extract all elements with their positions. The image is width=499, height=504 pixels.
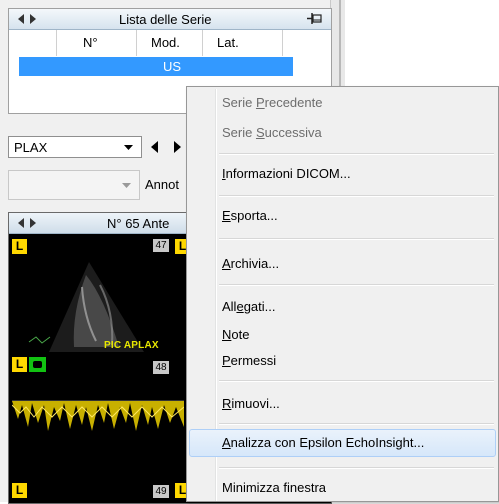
doppler-trace-image[interactable] — [12, 383, 184, 453]
chevron-down-icon — [124, 145, 133, 150]
annotation-label: Annot — [145, 177, 179, 192]
arrow-left-icon — [18, 14, 24, 24]
laterality-badge: L — [12, 483, 27, 498]
menu-separator — [219, 238, 494, 240]
menu-item-archive[interactable]: Archivia... — [189, 252, 496, 276]
series-nav-arrows[interactable] — [15, 12, 45, 26]
pin-icon[interactable] — [307, 12, 323, 25]
image-label: PIC APLAX — [104, 340, 159, 351]
menu-item-notes[interactable]: Note — [189, 323, 496, 347]
menu-item-remove[interactable]: Rimuovi... — [189, 392, 496, 416]
menu-item-previous-series[interactable]: Serie Precedente — [189, 91, 496, 115]
column-filler — [283, 30, 331, 56]
menu-item-next-series[interactable]: Serie Successiva — [189, 121, 496, 145]
laterality-badge: L — [12, 357, 27, 372]
recording-icon — [29, 357, 46, 372]
laterality-badge: L — [12, 239, 27, 254]
menu-separator — [219, 467, 494, 469]
menu-item-analyze-echoinsight[interactable]: Analizza con Epsilon EchoInsight... — [189, 429, 496, 457]
viewer-nav-arrows[interactable] — [15, 216, 45, 230]
view-select-value: PLAX — [14, 140, 48, 155]
column-laterality[interactable]: Lat. — [203, 30, 283, 56]
table-row[interactable]: US — [19, 57, 293, 76]
thumbnail-number: 47 — [153, 239, 169, 252]
thumbnail-number: 49 — [153, 485, 169, 498]
context-menu: Serie Precedente Serie Successiva Inform… — [186, 86, 499, 502]
series-panel-title: Lista delle Serie — [119, 12, 212, 27]
menu-separator — [219, 195, 494, 197]
chevron-down-icon — [122, 183, 131, 188]
arrow-left-icon — [18, 218, 24, 228]
menu-separator — [219, 153, 494, 155]
menu-separator — [219, 380, 494, 382]
arrow-right-icon — [30, 14, 36, 24]
series-panel-header: Lista delle Serie — [9, 9, 331, 30]
viewer-title: N° 65 Ante — [107, 216, 170, 231]
menu-separator — [219, 423, 494, 425]
column-modality[interactable]: Mod. — [137, 30, 203, 56]
menu-item-attachments[interactable]: Allegati... — [189, 295, 496, 319]
next-view-icon[interactable] — [172, 140, 182, 154]
menu-item-dicom-info[interactable]: Informazioni DICOM... — [189, 162, 496, 186]
arrow-right-icon — [30, 218, 36, 228]
annotation-select[interactable] — [8, 170, 140, 200]
menu-item-permissions[interactable]: Permessi — [189, 349, 496, 373]
menu-item-export[interactable]: Esporta... — [189, 204, 496, 228]
menu-separator — [219, 284, 494, 286]
row-modality: US — [163, 59, 182, 74]
previous-view-icon[interactable] — [150, 140, 160, 154]
thumbnail-number: 48 — [153, 361, 169, 374]
view-select[interactable]: PLAX — [8, 136, 142, 158]
column-blank — [9, 30, 57, 56]
column-number[interactable]: N° — [57, 30, 137, 56]
menu-item-minimize-window[interactable]: Minimizza finestra — [189, 476, 496, 500]
